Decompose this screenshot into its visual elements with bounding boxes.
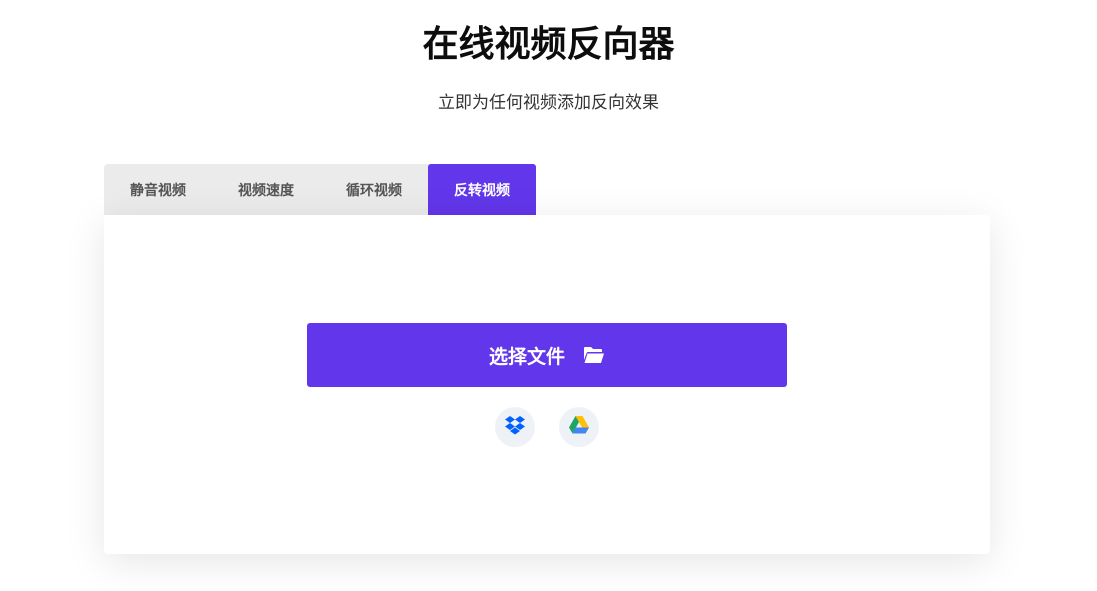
dropbox-icon — [504, 415, 526, 439]
page-title: 在线视频反向器 — [422, 24, 675, 65]
choose-file-label: 选择文件 — [488, 345, 565, 368]
folder-open-icon — [583, 346, 605, 364]
page-subtitle: 立即为任何视频添加反向效果 — [438, 93, 659, 113]
tab-mute-video[interactable]: 静音视频 — [104, 164, 212, 215]
cloud-sources — [495, 407, 599, 447]
upload-panel: 选择文件 — [104, 215, 990, 554]
google-drive-icon — [568, 415, 590, 439]
tab-video-speed[interactable]: 视频速度 — [212, 164, 320, 215]
google-drive-button[interactable] — [559, 407, 599, 447]
tool-tabs: 静音视频 视频速度 循环视频 反转视频 — [104, 164, 536, 215]
tab-loop-video[interactable]: 循环视频 — [320, 164, 428, 215]
tab-reverse-video[interactable]: 反转视频 — [428, 164, 536, 215]
choose-file-button[interactable]: 选择文件 — [307, 323, 787, 387]
dropbox-button[interactable] — [495, 407, 535, 447]
